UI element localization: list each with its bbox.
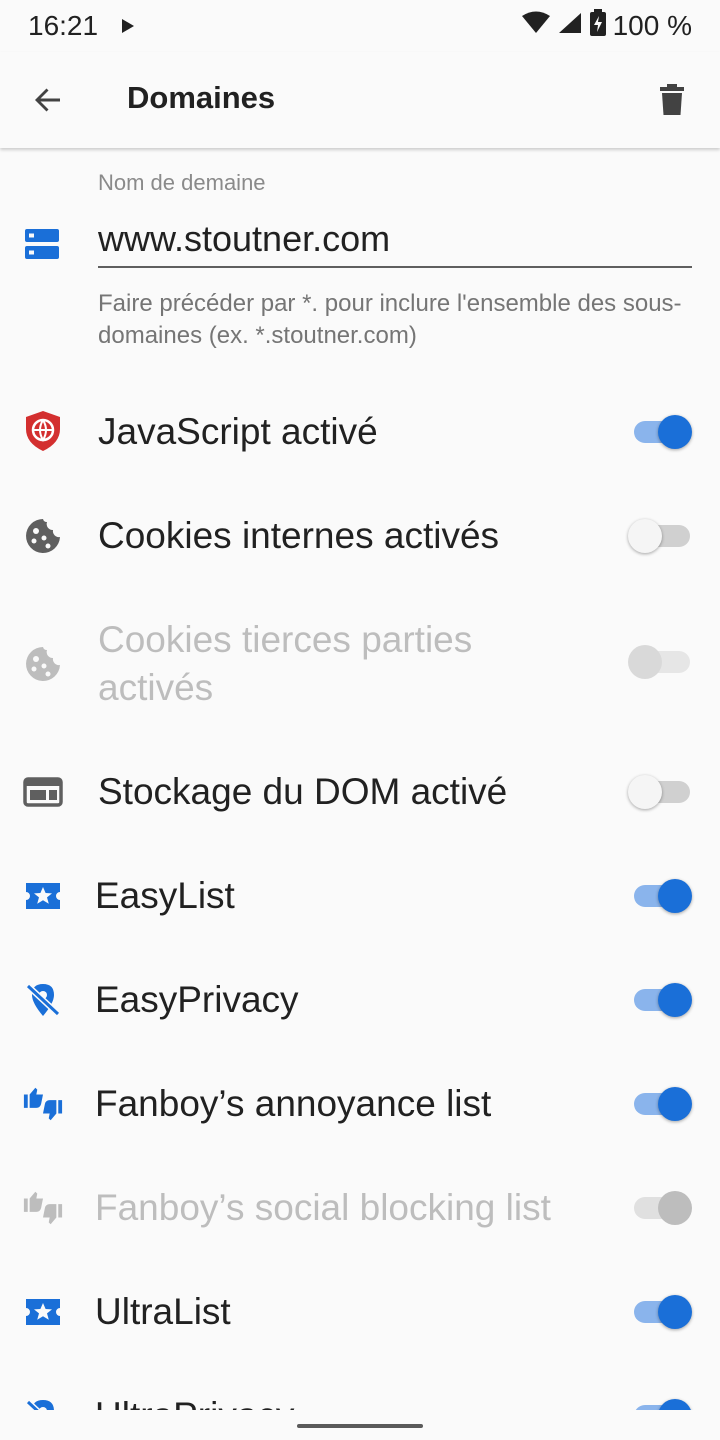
domain-server-icon — [24, 226, 60, 262]
gesture-nav-handle[interactable] — [297, 1424, 423, 1428]
setting-row-ultraprivacy[interactable]: UltraPrivacy — [0, 1388, 720, 1410]
switch-thumb — [658, 879, 692, 913]
thumbs-updown-icon — [22, 1187, 64, 1229]
setting-label: Fanboy’s annoyance list — [95, 1083, 492, 1124]
switch-thumb — [658, 1191, 692, 1225]
easylist-ticket-star-icon — [22, 1291, 64, 1333]
switch-thumb — [658, 1087, 692, 1121]
domain-field-hint: Faire précéder par *. pour inclure l'ens… — [98, 290, 682, 349]
battery-icon — [589, 8, 607, 44]
ultralist-switch[interactable] — [634, 1288, 692, 1336]
easyprivacy-switch[interactable] — [634, 976, 692, 1024]
switch-thumb — [628, 519, 662, 553]
ultraprivacy-switch[interactable] — [634, 1392, 692, 1410]
dom-storage-switch[interactable] — [628, 768, 692, 816]
setting-label: UltraPrivacy — [95, 1392, 294, 1410]
delete-button[interactable] — [648, 76, 696, 124]
switch-thumb — [628, 775, 662, 809]
setting-label: Cookies tierces parties activés — [98, 619, 473, 708]
arrow-back-icon — [35, 88, 60, 112]
trash-icon — [660, 84, 684, 115]
setting-label: EasyList — [95, 875, 235, 916]
setting-row-fanboy-annoyance[interactable]: Fanboy’s annoyance list — [0, 1076, 720, 1132]
setting-label: Cookies internes activés — [98, 515, 500, 556]
switch-thumb — [658, 983, 692, 1017]
setting-label: JavaScript activé — [98, 411, 378, 452]
easylist-switch[interactable] — [634, 872, 692, 920]
setting-label: UltraList — [95, 1291, 231, 1332]
setting-row-fanboy-social: Fanboy’s social blocking list — [0, 1180, 720, 1236]
location-off-icon — [22, 979, 64, 1021]
web-storage-icon — [22, 771, 64, 813]
setting-row-ultralist[interactable]: UltraList — [0, 1284, 720, 1340]
switch-thumb — [658, 1295, 692, 1329]
domain-field-label: Nom de demaine — [98, 170, 266, 195]
javascript-switch[interactable] — [634, 408, 692, 456]
third-party-cookies-switch — [628, 638, 692, 686]
javascript-shield-icon — [22, 410, 64, 452]
cookie-icon — [22, 643, 64, 685]
switch-thumb — [658, 415, 692, 449]
cookie-icon — [22, 515, 64, 557]
fanboy-annoyance-switch[interactable] — [634, 1080, 692, 1128]
setting-row-javascript[interactable]: JavaScript activé — [0, 404, 720, 460]
status-time: 16:21 — [28, 10, 99, 41]
domain-name-input[interactable] — [98, 212, 692, 268]
setting-label: Fanboy’s social blocking list — [95, 1187, 551, 1228]
first-party-cookies-switch[interactable] — [628, 512, 692, 560]
domain-name-section: Nom de demaine Faire précéder par *. pou… — [0, 148, 720, 368]
setting-row-first-party-cookies[interactable]: Cookies internes activés — [0, 508, 720, 564]
setting-row-dom-storage[interactable]: Stockage du DOM activé — [0, 764, 720, 820]
location-off-icon — [22, 1395, 64, 1410]
battery-percent: 100 % — [612, 10, 692, 41]
setting-label: Stockage du DOM activé — [98, 771, 508, 812]
cell-signal-icon — [557, 10, 583, 42]
page-title: Domaines — [127, 80, 276, 115]
back-button[interactable] — [24, 76, 72, 124]
easylist-ticket-star-icon — [22, 875, 64, 917]
setting-row-easyprivacy[interactable]: EasyPrivacy — [0, 972, 720, 1028]
status-bar: 16:21 100 % — [0, 0, 720, 52]
app-toolbar: Domaines — [0, 52, 720, 148]
setting-label: EasyPrivacy — [95, 979, 299, 1020]
thumbs-updown-icon — [22, 1083, 64, 1125]
play-icon — [120, 10, 136, 42]
wifi-icon — [521, 10, 551, 42]
switch-thumb — [628, 645, 662, 679]
fanboy-social-switch — [634, 1184, 692, 1232]
setting-row-easylist[interactable]: EasyList — [0, 868, 720, 924]
domain-settings-content[interactable]: Nom de demaine Faire précéder par *. pou… — [0, 148, 720, 1410]
switch-thumb — [658, 1399, 692, 1410]
setting-row-third-party-cookies: Cookies tierces parties activés — [0, 612, 720, 716]
